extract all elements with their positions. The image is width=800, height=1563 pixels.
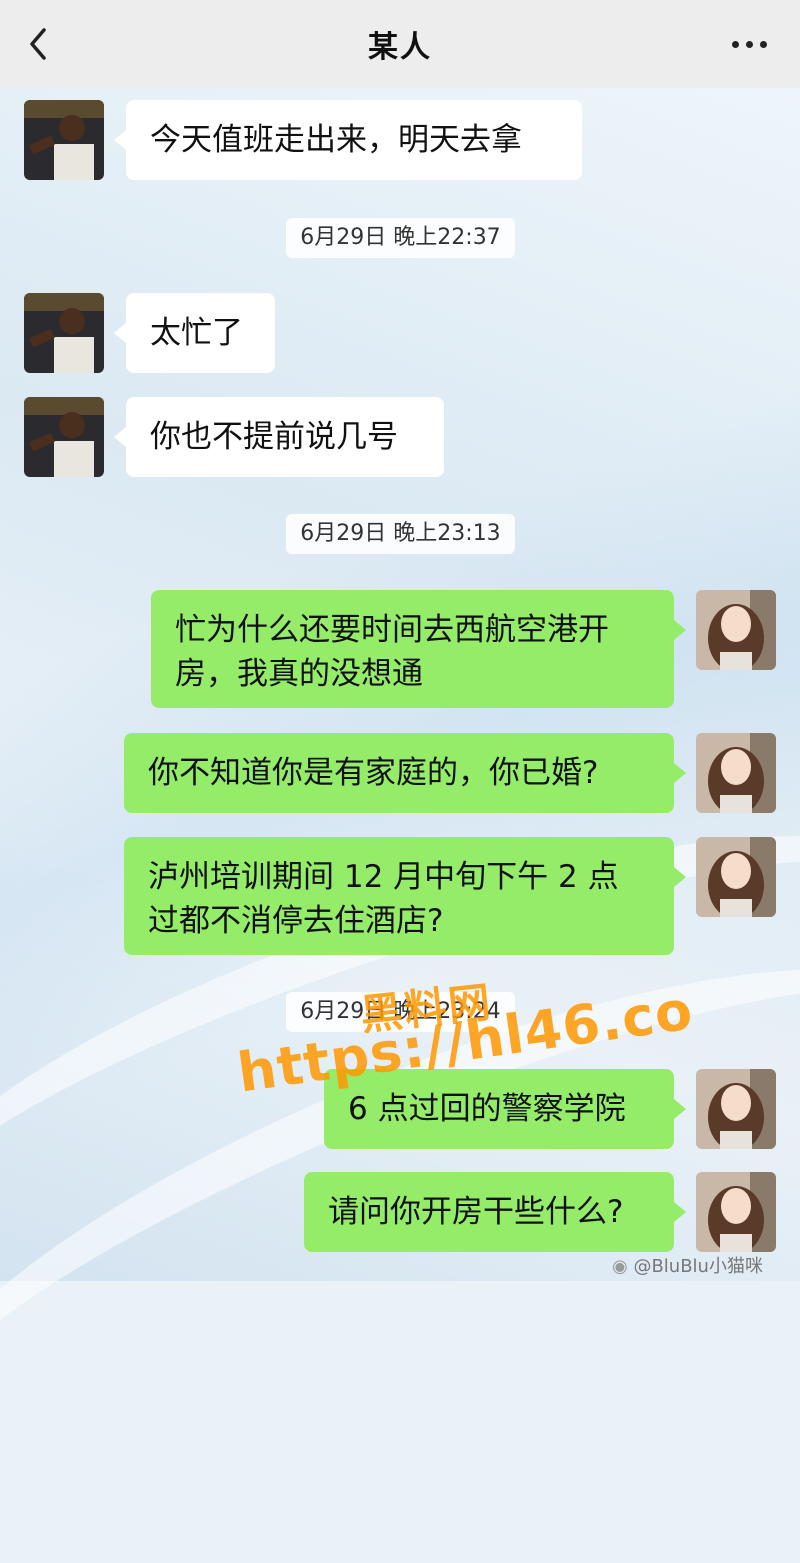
message-timestamp: 6月29日 晚上23:13: [286, 514, 515, 554]
chat-title: 某人: [368, 30, 432, 65]
more-dot-icon: [731, 40, 739, 48]
my-avatar-image: [696, 733, 776, 813]
chevron-left-icon: [30, 28, 46, 60]
my-avatar[interactable]: [696, 733, 776, 813]
back-button[interactable]: [20, 24, 60, 64]
contact-avatar[interactable]: [24, 293, 104, 373]
message-line: 泸州培训期间 12 月中旬下午 2 点: [148, 859, 619, 895]
contact-avatar-image: [24, 100, 104, 180]
contact-avatar[interactable]: [24, 100, 104, 180]
contact-avatar[interactable]: [24, 397, 104, 477]
chat-header: 某人: [0, 0, 800, 88]
incoming-message-bubble[interactable]: 你也不提前说几号: [114, 397, 444, 477]
weibo-credit: ◉ @BluBlu小猫咪: [612, 1252, 763, 1278]
outgoing-message-bubble[interactable]: 你不知道你是有家庭的，你已婚?: [124, 733, 686, 813]
message-timestamp: 6月29日 晚上22:37: [286, 218, 515, 258]
my-avatar-image: [696, 837, 776, 917]
contact-avatar-image: [24, 293, 104, 373]
my-avatar-image: [696, 1069, 776, 1149]
my-avatar[interactable]: [696, 590, 776, 670]
my-avatar[interactable]: [696, 1069, 776, 1149]
contact-avatar-image: [24, 397, 104, 477]
message-line: 忙为什么还要时间去西航空港开: [175, 612, 609, 648]
my-avatar-image: [696, 1172, 776, 1252]
outgoing-message-bubble[interactable]: 忙为什么还要时间去西航空港开 房，我真的没想通: [151, 590, 686, 708]
incoming-message-bubble[interactable]: 太忙了: [114, 293, 275, 373]
message-line: 过都不消停去住酒店?: [148, 903, 444, 939]
outgoing-message-bubble[interactable]: 请问你开房干些什么?: [304, 1172, 686, 1252]
outgoing-message-bubble[interactable]: 泸州培训期间 12 月中旬下午 2 点 过都不消停去住酒店?: [124, 837, 686, 955]
my-avatar[interactable]: [696, 1172, 776, 1252]
incoming-message-bubble[interactable]: 今天值班走出来，明天去拿: [114, 100, 582, 180]
more-dot-icon: [745, 40, 753, 48]
more-dot-icon: [759, 40, 767, 48]
credit-text: @BluBlu小猫咪: [633, 1256, 763, 1277]
weibo-icon: ◉: [612, 1256, 628, 1277]
message-line: 房，我真的没想通: [175, 656, 423, 692]
my-avatar-image: [696, 590, 776, 670]
more-options-button[interactable]: [724, 30, 774, 58]
my-avatar[interactable]: [696, 837, 776, 917]
